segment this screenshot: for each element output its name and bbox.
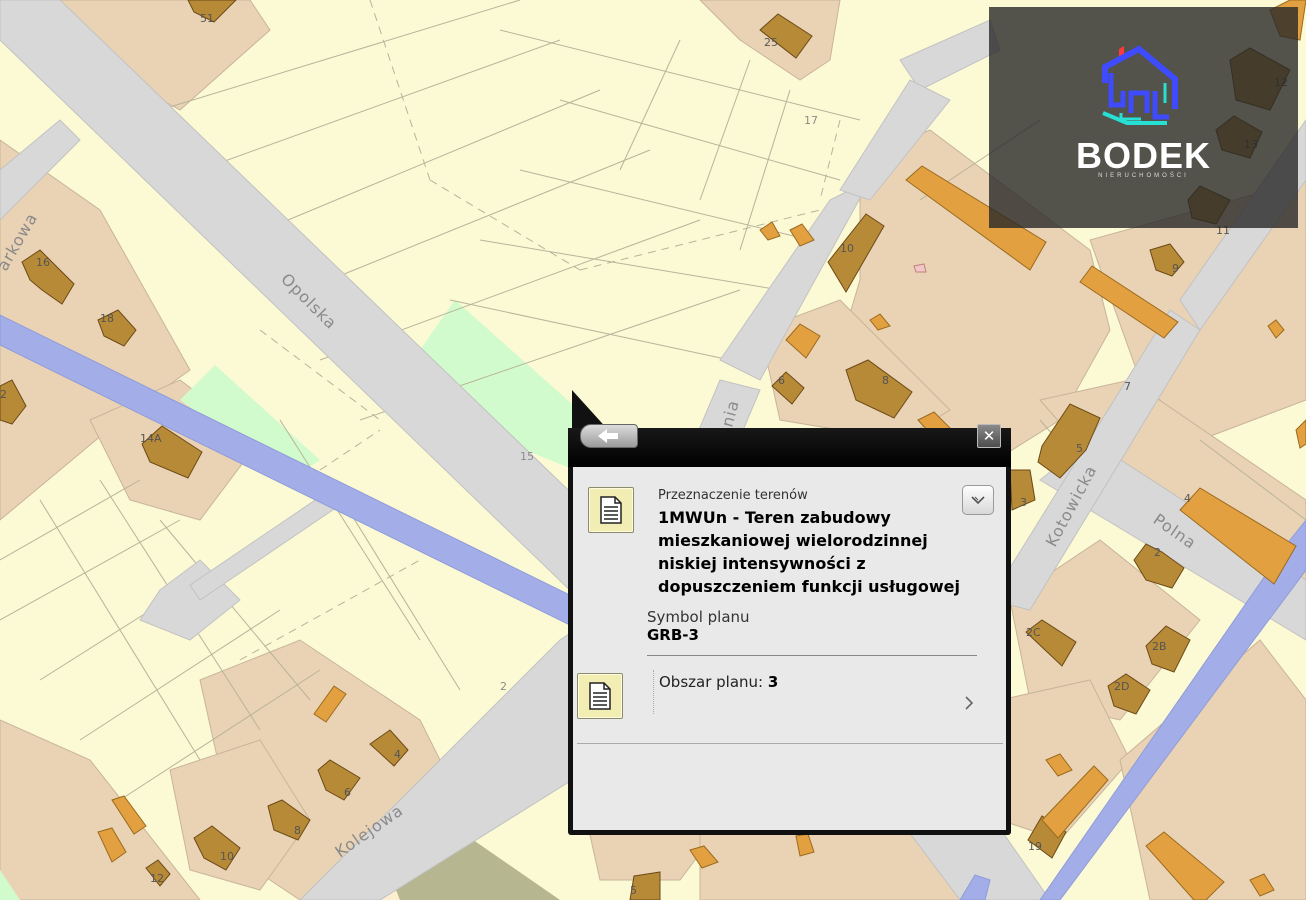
- logo-name: BODEK: [1075, 135, 1211, 176]
- house-number: 51: [200, 12, 214, 25]
- house-number: 10: [840, 242, 854, 255]
- house-number: 2B: [1152, 640, 1167, 653]
- separator: [577, 743, 1003, 744]
- close-icon: ✕: [982, 427, 996, 445]
- house-number: 6: [778, 374, 785, 387]
- house-number: 7: [1124, 380, 1131, 393]
- area-label: Obszar planu:: [659, 673, 768, 691]
- house-number: 10: [220, 850, 234, 863]
- area-document-button[interactable]: [577, 673, 623, 719]
- info-popup: ✕ Przeznaczenie terenów 1MWUn - Teren za…: [568, 424, 1011, 835]
- next-button[interactable]: [964, 695, 974, 714]
- house-number: 3: [1020, 496, 1027, 509]
- destination-value: 1MWUn - Teren zabudowy mieszkaniowej wie…: [658, 508, 960, 596]
- house-number: 9: [1172, 262, 1179, 275]
- chevron-right-icon: [965, 696, 974, 710]
- destination-document-button[interactable]: [588, 487, 634, 533]
- destination-label: Przeznaczenie terenów: [658, 488, 808, 503]
- symbol-label: Symbol planu: [647, 608, 750, 626]
- popup-body: Przeznaczenie terenów 1MWUn - Teren zabu…: [573, 467, 1006, 830]
- house-number: 5: [630, 884, 637, 897]
- bodek-logo: BODEK NIERUCHOMOŚCI: [989, 7, 1298, 228]
- house-number: 15: [520, 450, 534, 463]
- house-number: 17: [804, 114, 818, 127]
- house-number: 5: [1076, 442, 1083, 455]
- house-number: 19: [1028, 840, 1042, 853]
- house-number: 2D: [1114, 680, 1129, 693]
- house-number: 8: [294, 824, 301, 837]
- symbol-value: GRB-3: [647, 626, 699, 644]
- house-number: 25: [764, 36, 778, 49]
- house-number: 2: [0, 388, 7, 401]
- area-value: 3: [767, 673, 779, 691]
- house-number: 2: [500, 680, 507, 693]
- house-logo-icon: [1102, 45, 1178, 125]
- house-number: 4: [1184, 492, 1191, 505]
- house-number: 6: [344, 786, 351, 799]
- logo-subtitle: NIERUCHOMOŚCI: [1098, 173, 1189, 179]
- document-icon: [600, 496, 622, 524]
- chevron-down-icon: [971, 496, 985, 505]
- document-icon: [589, 682, 611, 710]
- close-button[interactable]: ✕: [977, 424, 1001, 448]
- house-number: 4: [394, 748, 401, 761]
- separator: [647, 655, 977, 656]
- arrow-left-icon: [598, 429, 618, 443]
- house-number: 8: [882, 374, 889, 387]
- house-number: 16: [36, 256, 50, 269]
- house-number: 14A: [140, 432, 162, 445]
- house-number: 2: [1154, 546, 1161, 559]
- house-number: 12: [150, 872, 164, 885]
- house-number: 2C: [1026, 626, 1041, 639]
- area-row[interactable]: Obszar planu: 3: [653, 670, 974, 714]
- area-text: Obszar planu: 3: [659, 673, 778, 691]
- expand-button[interactable]: [962, 485, 994, 515]
- back-button[interactable]: [580, 424, 638, 448]
- house-number: 18: [100, 312, 114, 325]
